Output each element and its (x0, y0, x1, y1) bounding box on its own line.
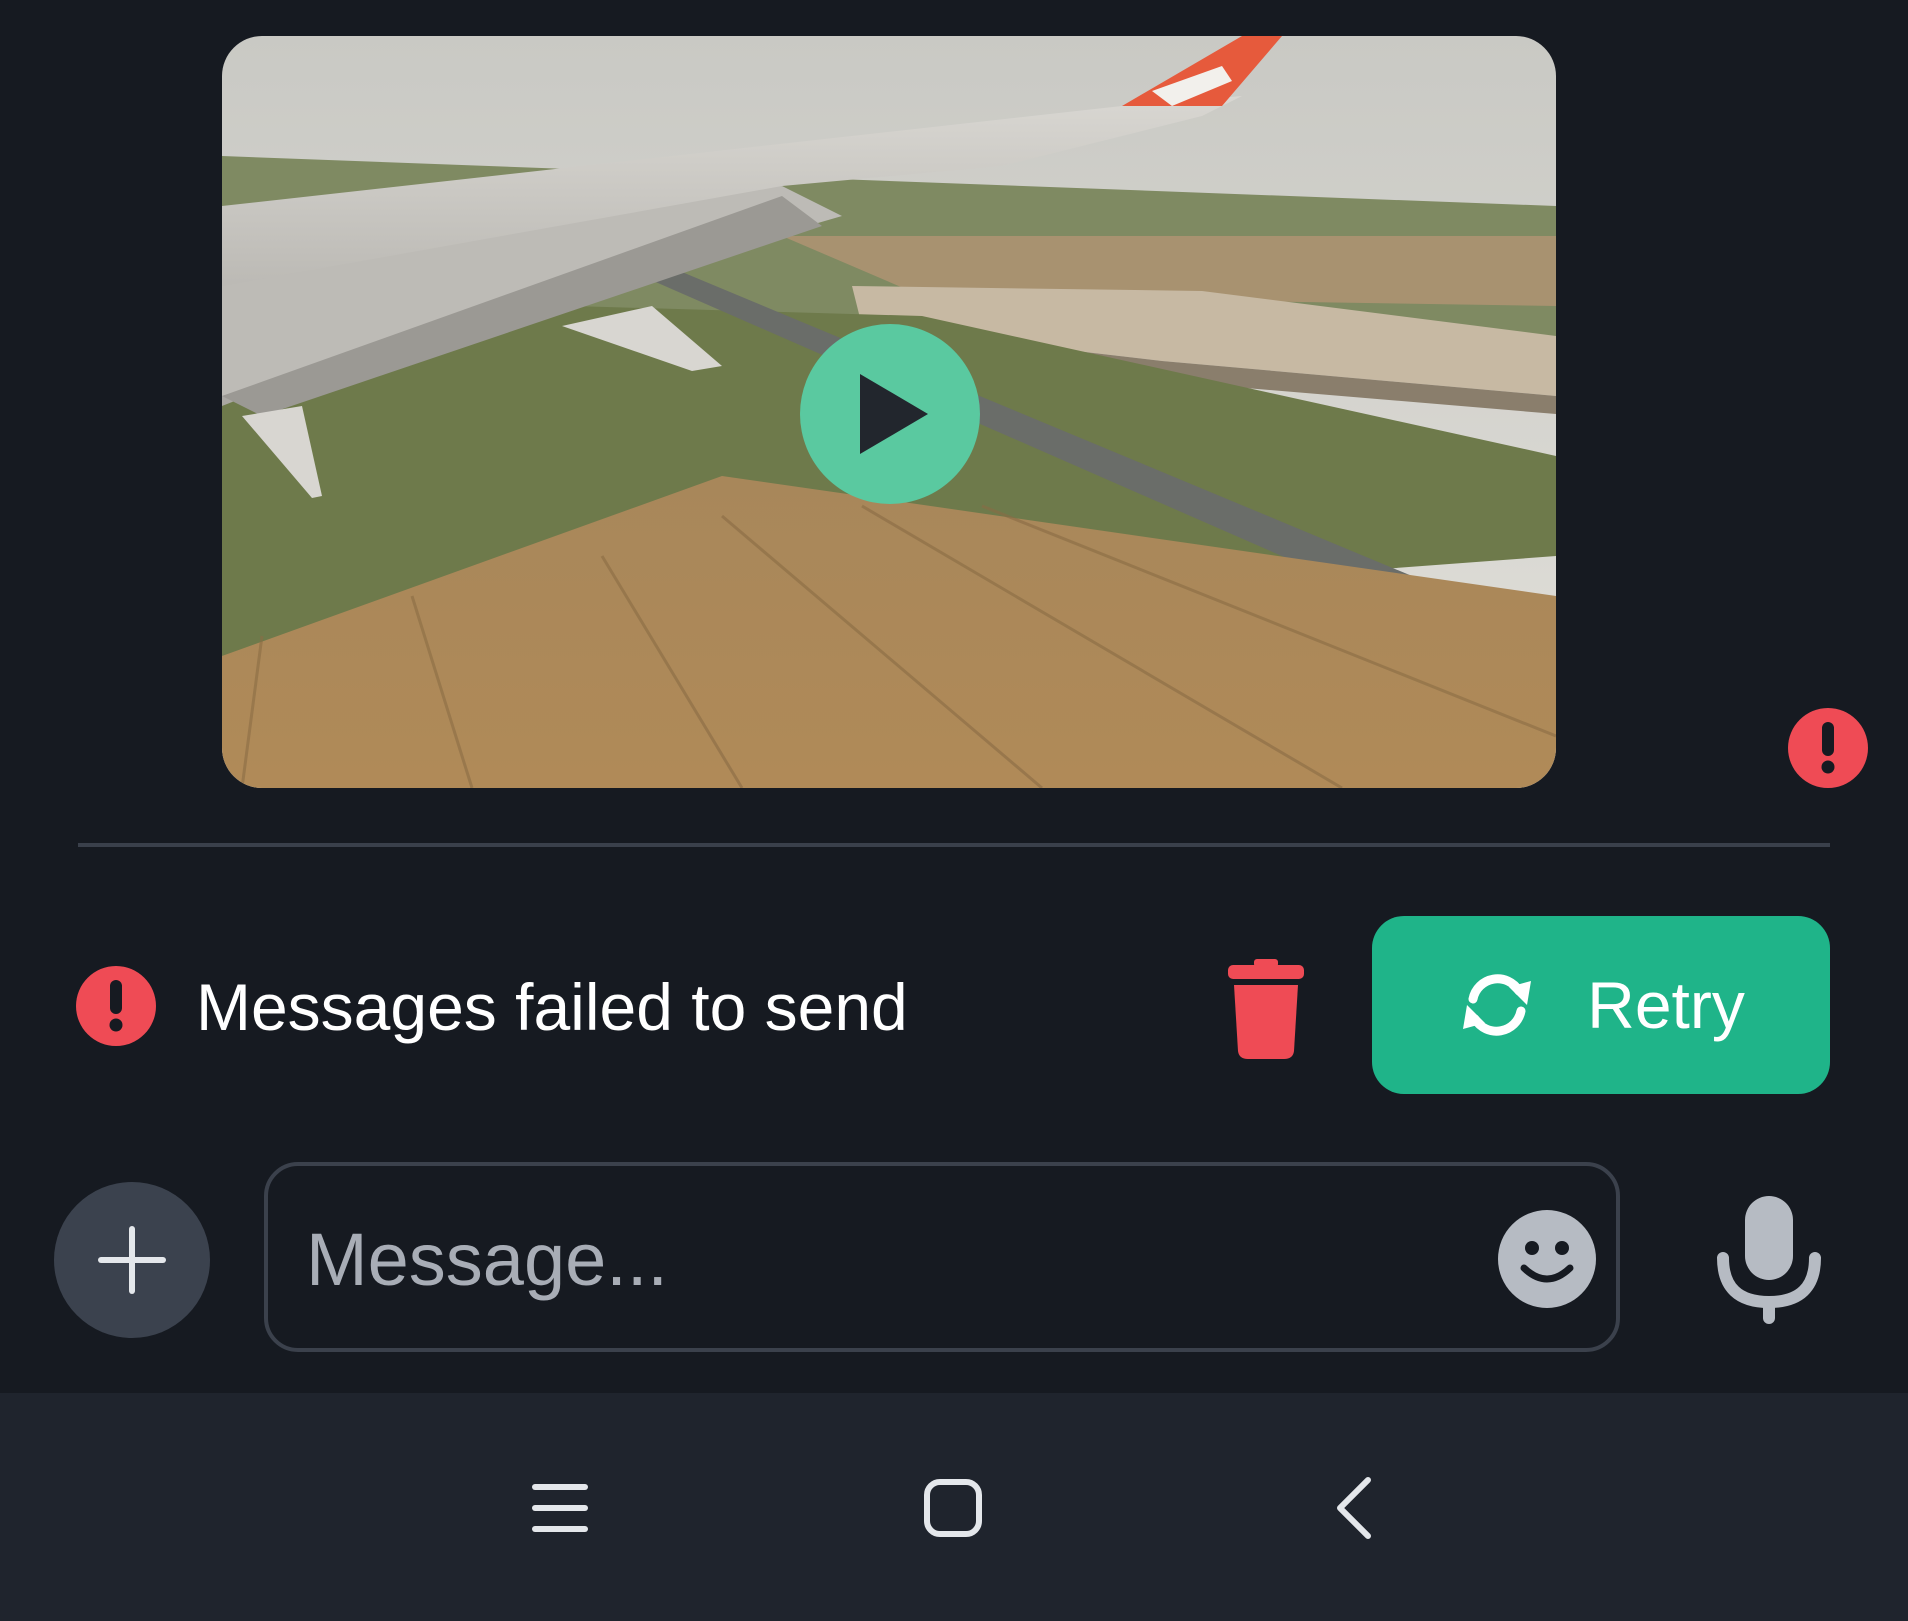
home-square-icon (924, 1479, 982, 1537)
add-attachment-button[interactable] (54, 1182, 210, 1338)
delete-button[interactable] (1216, 954, 1316, 1064)
microphone-icon (1717, 1196, 1821, 1324)
back-button[interactable] (1294, 1453, 1414, 1563)
recents-button[interactable] (500, 1453, 620, 1563)
failed-message-text: Messages failed to send (196, 970, 908, 1044)
exclamation-icon (1821, 722, 1835, 774)
retry-label: Retry (1587, 968, 1745, 1042)
divider (78, 843, 1830, 847)
menu-lines-icon (532, 1484, 588, 1532)
plus-icon (98, 1226, 166, 1294)
refresh-icon (1463, 974, 1532, 1036)
emoji-button[interactable] (1498, 1210, 1596, 1308)
message-input[interactable] (304, 1206, 1428, 1312)
chevron-left-icon (1337, 1477, 1371, 1539)
chat-screen: Messages failed to send Retry (0, 0, 1908, 1621)
exclamation-icon (76, 966, 156, 1046)
voice-record-button[interactable] (1704, 1186, 1834, 1336)
play-button[interactable] (800, 324, 980, 504)
retry-button[interactable]: Retry (1372, 916, 1830, 1094)
message-input-container (264, 1162, 1620, 1352)
home-button[interactable] (893, 1453, 1013, 1563)
trash-icon (1228, 959, 1304, 1059)
play-icon (860, 374, 928, 454)
message-error-badge[interactable] (1788, 708, 1868, 788)
smiley-icon (1520, 1241, 1574, 1283)
video-message-thumbnail[interactable] (222, 36, 1556, 788)
system-nav-bar (0, 1393, 1908, 1621)
failed-to-send-banner: Messages failed to send Retry (76, 916, 1830, 1096)
